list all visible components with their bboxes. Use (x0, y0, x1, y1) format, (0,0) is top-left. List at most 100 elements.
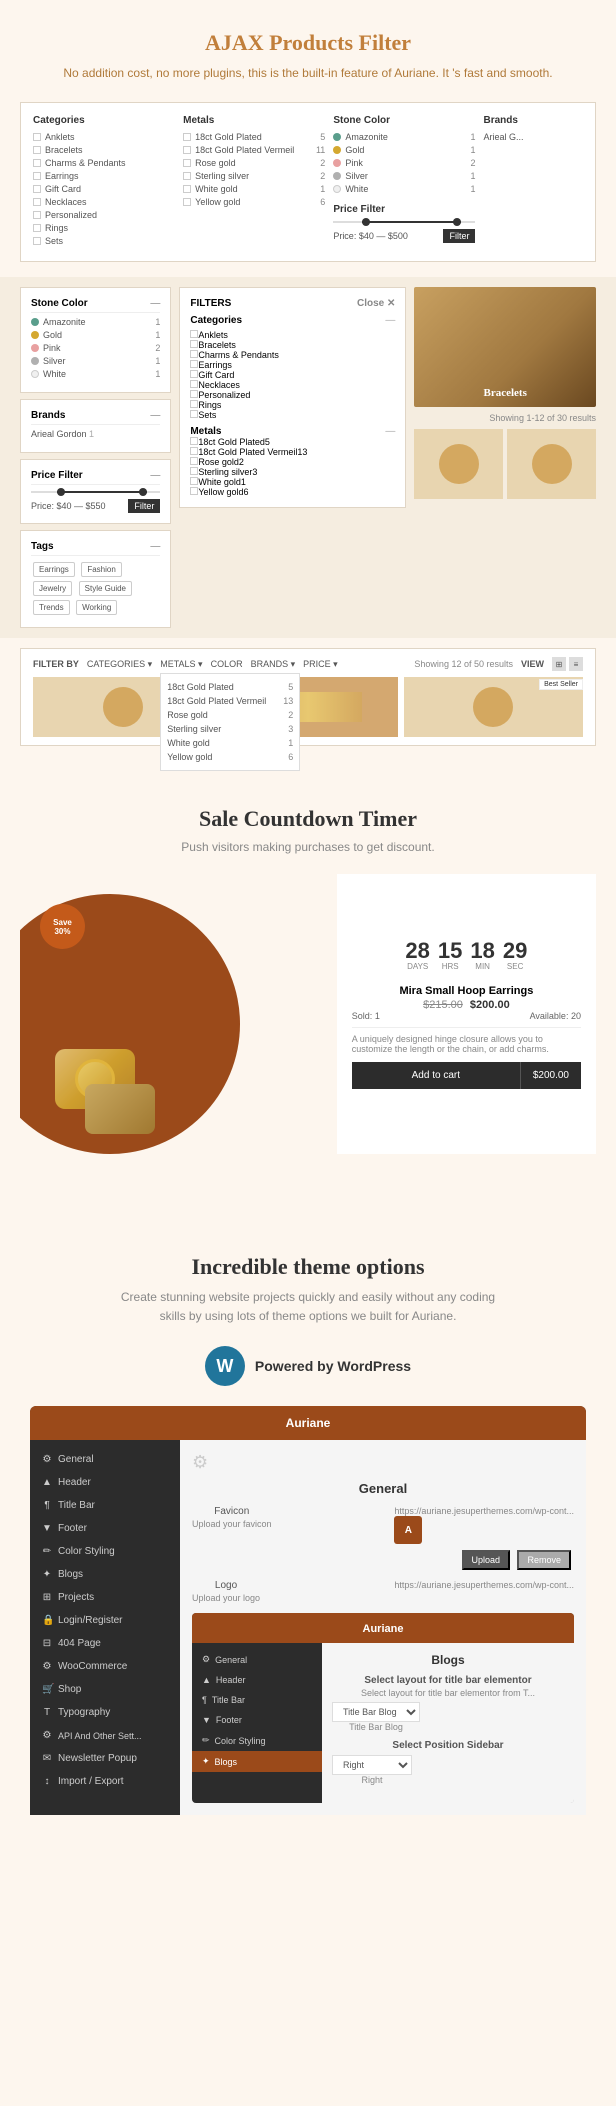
nested-footer[interactable]: ▼ Footer (192, 1710, 322, 1730)
nested-blogs[interactable]: ✦ Blogs (192, 1751, 322, 1772)
sidebar-titlebar[interactable]: ¶ Title Bar (30, 1494, 180, 1517)
sidebar-blogs[interactable]: ✦ Blogs (30, 1563, 180, 1586)
cat-item[interactable]: Personalized (33, 210, 175, 220)
sidebar-general[interactable]: ⚙ General (30, 1448, 180, 1471)
brand-item[interactable]: Arieal Gordon 1 (31, 429, 160, 439)
tag-style[interactable]: Style Guide (79, 581, 132, 596)
tag-working[interactable]: Working (76, 600, 117, 615)
popup-cat[interactable]: Necklaces (190, 380, 395, 390)
cat-item[interactable]: Rings (33, 223, 175, 233)
list-view-icon[interactable]: ≡ (569, 657, 583, 671)
sidebar-api[interactable]: ⚙ API And Other Sett... (30, 1724, 180, 1747)
metal-item[interactable]: Sterling silver2 (183, 171, 325, 181)
popup-cat[interactable]: Gift Card (190, 370, 395, 380)
sidebar-footer[interactable]: ▼ Footer (30, 1517, 180, 1540)
nested-header[interactable]: ▲ Header (192, 1670, 322, 1690)
popup-metal[interactable]: White gold1 (190, 477, 395, 487)
filter-by-label: FILTER BY (33, 659, 79, 669)
grid-view-icon[interactable]: ⊞ (552, 657, 566, 671)
nested-titlebar[interactable]: ¶ Title Bar (192, 1690, 322, 1710)
stone-item[interactable]: Silver1 (333, 171, 475, 181)
cat-item[interactable]: Earrings (33, 171, 175, 181)
tag-earrings[interactable]: Earrings (33, 562, 75, 577)
metal-option[interactable]: White gold1 (167, 736, 293, 750)
metal-item[interactable]: White gold1 (183, 184, 325, 194)
stone-item[interactable]: Silver1 (31, 356, 160, 366)
sidebar-position-select[interactable]: Right (332, 1755, 412, 1775)
metal-option[interactable]: 18ct Gold Plated5 (167, 680, 293, 694)
add-to-cart-button[interactable]: Add to cart (352, 1062, 520, 1089)
tag-fashion[interactable]: Fashion (81, 562, 121, 577)
tag-trends[interactable]: Trends (33, 600, 70, 615)
sidebar-header[interactable]: ▲ Header (30, 1471, 180, 1494)
save-badge: Save 30% (40, 904, 85, 949)
cat-item[interactable]: Charms & Pendants (33, 158, 175, 168)
popup-cat[interactable]: Charms & Pendants (190, 350, 395, 360)
mins-block: 18 MIN (470, 940, 494, 971)
tag-jewelry[interactable]: Jewelry (33, 581, 72, 596)
cat-item[interactable]: Sets (33, 236, 175, 246)
popup-cat[interactable]: Personalized (190, 390, 395, 400)
price-button[interactable]: $200.00 (520, 1062, 581, 1089)
admin-brand: Auriane (286, 1416, 331, 1430)
metal-item[interactable]: 18ct Gold Plated Vermeil11 (183, 145, 325, 155)
sidebar-404[interactable]: ⊟ 404 Page (30, 1632, 180, 1655)
titlebar-select[interactable]: Title Bar Blog (332, 1702, 420, 1722)
stone-item[interactable]: Pink2 (333, 158, 475, 168)
sidebar-projects[interactable]: ⊞ Projects (30, 1586, 180, 1609)
metal-option[interactable]: Sterling silver3 (167, 722, 293, 736)
cat-item[interactable]: Necklaces (33, 197, 175, 207)
sidebar-login[interactable]: 🔒 Login/Register (30, 1609, 180, 1632)
popup-cat[interactable]: Sets (190, 410, 395, 420)
view-toggle[interactable]: ⊞ ≡ (552, 657, 583, 671)
popup-metal[interactable]: Sterling silver3 (190, 467, 395, 477)
stone-item[interactable]: Gold1 (31, 330, 160, 340)
stone-item[interactable]: Amazonite1 (31, 317, 160, 327)
sidebar-typography[interactable]: T Typography (30, 1701, 180, 1724)
general-heading: General (192, 1481, 574, 1496)
sidebar-color[interactable]: ✏ Color Styling (30, 1540, 180, 1563)
nested-color[interactable]: ✏ Color Styling (192, 1730, 322, 1751)
popup-metal[interactable]: 18ct Gold Plated5 (190, 437, 395, 447)
metals-dropdown[interactable]: METALS ▾ (160, 659, 202, 669)
stone-item[interactable]: White1 (333, 184, 475, 194)
upload-button[interactable]: Upload (462, 1550, 511, 1570)
metal-item[interactable]: Yellow gold6 (183, 197, 325, 207)
brands-dropdown[interactable]: BRANDS ▾ (251, 659, 296, 670)
cat-item[interactable]: Anklets (33, 132, 175, 142)
stone-item[interactable]: White1 (31, 369, 160, 379)
days-label: DAYS (405, 962, 429, 971)
metal-option[interactable]: 18ct Gold Plated Vermeil13 (167, 694, 293, 708)
logo-sublabel: Upload your logo (192, 1593, 260, 1603)
sidebar-shop[interactable]: 🛒 Shop (30, 1678, 180, 1701)
sidebar-woo[interactable]: ⚙ WooCommerce (30, 1655, 180, 1678)
cat-item[interactable]: Gift Card (33, 184, 175, 194)
popup-cat[interactable]: Earrings (190, 360, 395, 370)
cat-item[interactable]: Bracelets (33, 145, 175, 155)
popup-metal[interactable]: Yellow gold6 (190, 487, 395, 497)
stone-item[interactable]: Pink2 (31, 343, 160, 353)
metal-item[interactable]: 18ct Gold Plated5 (183, 132, 325, 142)
nested-admin-body: ⚙ General ▲ Header ¶ Title Bar (192, 1643, 574, 1803)
stone-item[interactable]: Amazonite1 (333, 132, 475, 142)
metal-option[interactable]: Yellow gold6 (167, 750, 293, 764)
popup-cat[interactable]: Rings (190, 400, 395, 410)
nested-general[interactable]: ⚙ General (192, 1649, 322, 1670)
filter-btn-2[interactable]: Filter (128, 499, 160, 513)
remove-button[interactable]: Remove (517, 1550, 571, 1570)
sidebar-newsletter[interactable]: ✉ Newsletter Popup (30, 1747, 180, 1770)
stone-item[interactable]: Gold1 (333, 145, 475, 155)
metal-item[interactable]: Rose gold2 (183, 158, 325, 168)
sidebar-import[interactable]: ↕ Import / Export (30, 1770, 180, 1793)
popup-metal[interactable]: Rose gold2 (190, 457, 395, 467)
color-dropdown[interactable]: COLOR (211, 659, 243, 669)
filter-button[interactable]: Filter (443, 229, 475, 243)
close-button[interactable]: Close ✕ (357, 298, 395, 309)
price-dropdown[interactable]: PRICE ▾ (303, 659, 338, 670)
popup-metal[interactable]: 18ct Gold Plated Vermeil13 (190, 447, 395, 457)
categories-dropdown[interactable]: CATEGORIES ▾ (87, 659, 152, 670)
popup-cat[interactable]: Bracelets (190, 340, 395, 350)
secs-block: 29 SEC (503, 940, 527, 971)
metal-option[interactable]: Rose gold2 (167, 708, 293, 722)
popup-cat[interactable]: Anklets (190, 330, 395, 340)
